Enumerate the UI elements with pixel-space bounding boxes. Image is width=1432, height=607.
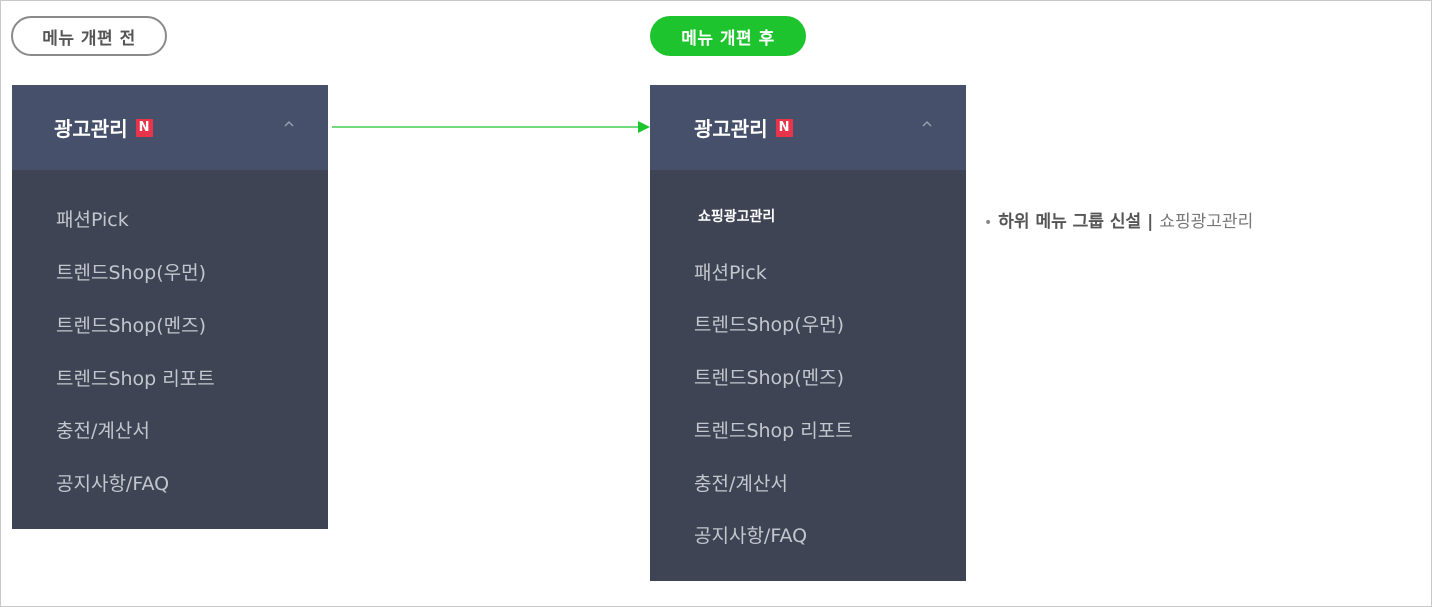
menu-title: 광고관리 [54, 117, 128, 141]
change-note: • 하위 메뉴 그룹 신설 | 쇼핑광고관리 [984, 207, 1253, 232]
note-heading: 하위 메뉴 그룹 신설 [998, 212, 1142, 232]
after-label: 메뉴 개편 후 [650, 16, 806, 56]
menu-header-after[interactable]: 광고관리 N [650, 85, 966, 170]
menu-sub-group-shopping-ads: 쇼핑광고관리 [698, 209, 776, 225]
menu-item-fashion-pick[interactable]: 패션Pick [56, 205, 129, 232]
menu-title: 광고관리 [694, 117, 768, 141]
bullet-icon: • [984, 215, 993, 231]
menu-item-notice-faq[interactable]: 공지사항/FAQ [694, 521, 807, 548]
menu-item-trend-women[interactable]: 트렌드Shop(우먼) [56, 258, 206, 285]
new-badge: N [135, 118, 153, 137]
new-badge: N [775, 118, 793, 137]
menu-item-charge-invoice[interactable]: 충전/계산서 [694, 469, 788, 496]
menu-item-fashion-pick[interactable]: 패션Pick [694, 258, 767, 285]
menu-item-trend-women[interactable]: 트렌드Shop(우먼) [694, 310, 844, 337]
menu-item-charge-invoice[interactable]: 충전/계산서 [56, 416, 150, 443]
note-detail: 쇼핑광고관리 [1159, 212, 1254, 232]
menu-item-notice-faq[interactable]: 공지사항/FAQ [56, 469, 169, 496]
menu-panel-after: 광고관리 N 쇼핑광고관리 패션Pick 트렌드Shop(우먼) 트렌드Shop… [650, 85, 966, 581]
chevron-up-icon[interactable] [284, 119, 294, 129]
menu-panel-before: 광고관리 N 패션Pick 트렌드Shop(우먼) 트렌드Shop(멘즈) 트렌… [12, 85, 328, 529]
before-label: 메뉴 개편 전 [11, 16, 167, 56]
menu-item-trend-men[interactable]: 트렌드Shop(멘즈) [694, 363, 844, 390]
transition-arrow-icon [332, 121, 650, 133]
menu-item-trend-report[interactable]: 트렌드Shop 리포트 [56, 364, 215, 391]
menu-header-before[interactable]: 광고관리 N [12, 85, 328, 170]
note-separator: | [1147, 212, 1154, 232]
menu-item-trend-men[interactable]: 트렌드Shop(멘즈) [56, 311, 206, 338]
menu-item-trend-report[interactable]: 트렌드Shop 리포트 [694, 416, 853, 443]
chevron-up-icon[interactable] [922, 119, 932, 129]
